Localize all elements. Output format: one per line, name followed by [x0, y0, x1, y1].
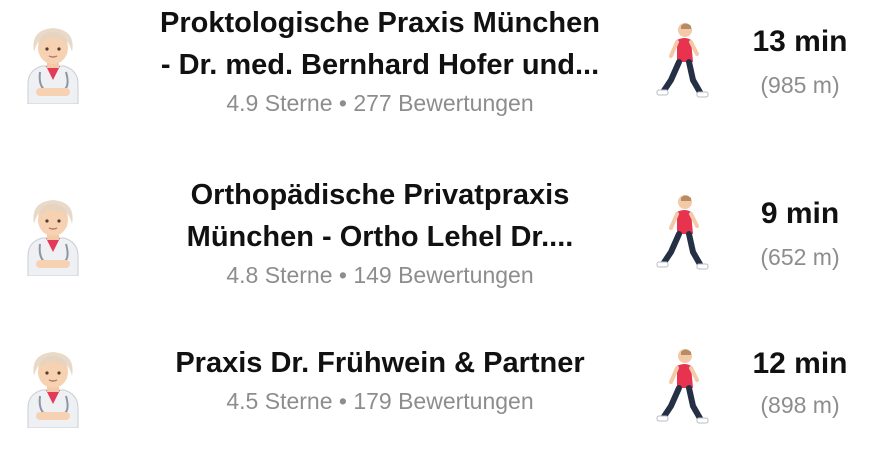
practice-list: Proktologische Praxis München - Dr. med.… [0, 0, 880, 428]
practice-info: Proktologische Praxis München - Dr. med.… [110, 2, 650, 118]
walk-distance: (898 m) [760, 392, 840, 418]
practice-name-line: Orthopädische Privatpraxis [190, 179, 570, 211]
person-walking-icon [656, 349, 709, 424]
walking-time: 13 min (985 m) [730, 24, 870, 100]
practice-name[interactable]: Praxis Dr. Frühwein & Partner [110, 342, 650, 384]
practice-name[interactable]: Orthopädische Privatpraxis München - Ort… [110, 174, 650, 258]
practice-name-line: Proktologische Praxis München [160, 7, 600, 39]
health-worker-icon [27, 200, 79, 276]
list-item[interactable]: Proktologische Praxis München - Dr. med.… [0, 0, 880, 120]
walk-distance: (652 m) [760, 244, 840, 270]
practice-name-line: München - Ortho Lehel Dr.... [186, 221, 574, 253]
person-walking-icon [656, 23, 709, 98]
walk-distance: (985 m) [760, 72, 840, 98]
health-worker-icon [27, 352, 79, 428]
practice-name-line: Praxis Dr. Frühwein & Partner [175, 347, 585, 379]
list-item[interactable]: Praxis Dr. Frühwein & Partner 4.5 Sterne… [0, 330, 880, 450]
practice-info: Praxis Dr. Frühwein & Partner 4.5 Sterne… [110, 342, 650, 416]
health-worker-icon [27, 28, 79, 104]
walking-time: 12 min (898 m) [730, 346, 870, 420]
practice-name[interactable]: Proktologische Praxis München - Dr. med.… [110, 2, 650, 86]
rating-summary: 4.8 Sterne • 149 Bewertungen [226, 262, 534, 288]
list-item[interactable]: Orthopädische Privatpraxis München - Ort… [0, 172, 880, 292]
walk-minutes: 13 min [752, 25, 848, 58]
person-walking-icon [656, 195, 709, 270]
practice-name-line: - Dr. med. Bernhard Hofer und... [160, 49, 600, 81]
rating-summary: 4.9 Sterne • 277 Bewertungen [226, 90, 534, 116]
practice-info: Orthopädische Privatpraxis München - Ort… [110, 174, 650, 290]
walking-time: 9 min (652 m) [730, 196, 870, 272]
rating-summary: 4.5 Sterne • 179 Bewertungen [226, 388, 534, 414]
walk-minutes: 12 min [752, 347, 848, 380]
walk-minutes: 9 min [760, 197, 840, 230]
